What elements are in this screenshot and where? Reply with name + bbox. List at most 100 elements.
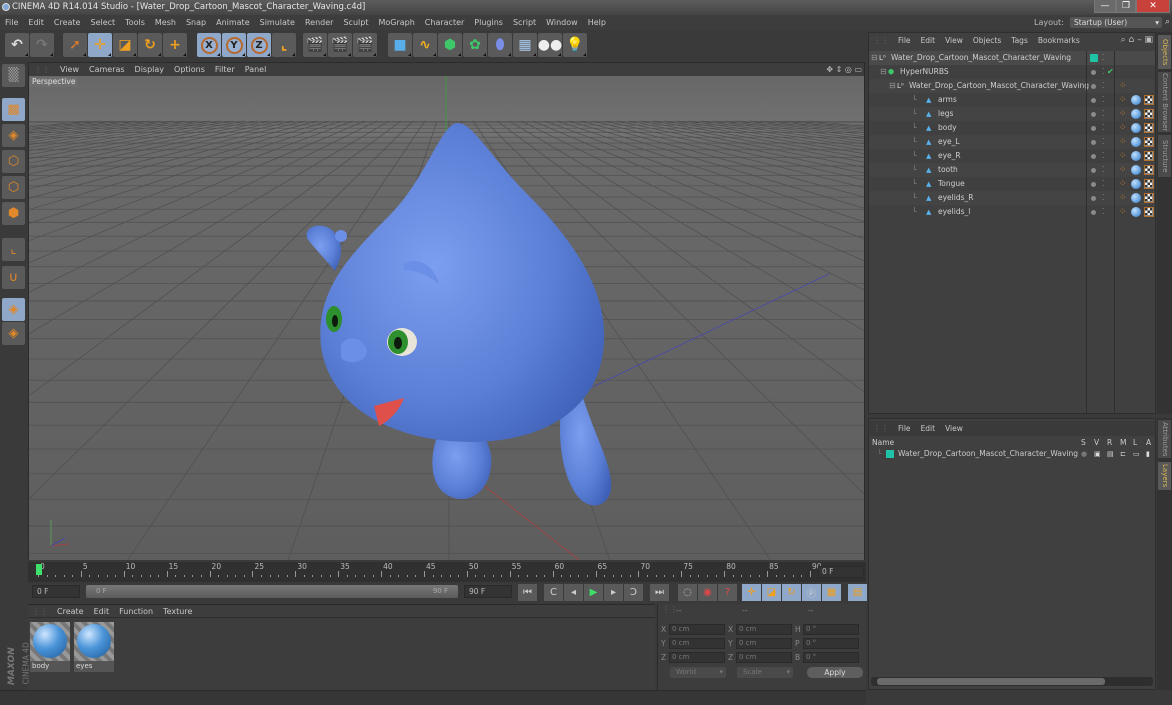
object-row[interactable]: ⊟ L⁰ Water_Drop_Cartoon_Mascot_Character_W… <box>869 51 1155 65</box>
timeline-button[interactable]: ▤ <box>848 584 867 601</box>
coord-rot-field[interactable]: 0 ° <box>803 638 859 649</box>
object-row[interactable]: └ ▲ arms ⁚ ⁘ <box>869 93 1155 107</box>
visibility-dot[interactable] <box>1091 84 1096 89</box>
material-swatch[interactable]: eyes <box>74 622 114 672</box>
side-tab-attributes[interactable]: Attributes <box>1158 420 1171 458</box>
playhead[interactable] <box>36 564 42 575</box>
menu-animate[interactable]: Animate <box>211 15 255 30</box>
object-row[interactable]: └ ▲ legs ⁚ ⁘ <box>869 107 1155 121</box>
layout-select[interactable]: Startup (User) ▾ <box>1070 17 1162 28</box>
panel-grip-icon[interactable]: ⋮⋮ <box>869 421 893 436</box>
visibility-dot[interactable] <box>1091 140 1096 145</box>
undo-button[interactable]: ↶ <box>5 33 29 57</box>
uvw-tag-icon[interactable] <box>1144 95 1154 105</box>
phong-tag-icon[interactable]: ⁘ <box>1119 135 1127 149</box>
coord-size-field[interactable]: 0 cm <box>736 652 792 663</box>
material-tag-icon[interactable] <box>1131 109 1141 119</box>
new-window-icon[interactable]: ▣ <box>1144 35 1153 45</box>
material-tag-icon[interactable] <box>1131 207 1141 217</box>
z-axis-button[interactable]: Z <box>247 33 271 57</box>
coordinate-system-button[interactable]: ⌞ <box>272 33 296 57</box>
coord-size-field[interactable]: 0 cm <box>736 638 792 649</box>
minimize-button[interactable]: — <box>1094 0 1116 13</box>
render-visibility-dots[interactable]: ⁚ <box>1102 177 1104 191</box>
autokey-button[interactable]: ◉ <box>698 584 717 601</box>
play-button[interactable]: ▶ <box>584 584 603 601</box>
side-tab-content-browser[interactable]: Content Browser <box>1158 72 1171 132</box>
visibility-dot[interactable] <box>1091 70 1096 75</box>
viewport-menu-view[interactable]: View <box>55 63 84 76</box>
prev-key-button[interactable]: C <box>544 584 563 601</box>
layer-menu-file[interactable]: File <box>893 421 916 436</box>
menu-select[interactable]: Select <box>85 15 120 30</box>
render-visibility-dots[interactable]: ⁚ <box>1102 79 1104 93</box>
deformer-button[interactable]: ⬮ <box>488 33 512 57</box>
polygons-mode-button[interactable]: ⬢ <box>2 202 25 225</box>
render-visibility-dots[interactable]: ⁚ <box>1102 51 1104 65</box>
viewport-canvas[interactable]: Perspective <box>29 76 864 560</box>
x-axis-button[interactable]: X <box>197 33 221 57</box>
material-swatch[interactable]: body <box>30 622 70 672</box>
coord-pos-field[interactable]: 0 cm <box>669 638 725 649</box>
material-tag-icon[interactable] <box>1131 137 1141 147</box>
layer-color-swatch[interactable] <box>1090 54 1098 62</box>
uvw-tag-icon[interactable] <box>1144 193 1154 203</box>
material-tag-icon[interactable] <box>1131 193 1141 203</box>
key-position-button[interactable]: ✛ <box>742 584 761 601</box>
coord-rot-field[interactable]: 0 ° <box>803 652 859 663</box>
object-row[interactable]: ⊟ L⁰ Water_Drop_Cartoon_Mascot_Character_W… <box>869 79 1155 93</box>
phong-tag-icon[interactable]: ⁘ <box>1119 79 1127 93</box>
menu-snap[interactable]: Snap <box>181 15 211 30</box>
material-menu-edit[interactable]: Edit <box>89 605 115 618</box>
next-frame-button[interactable]: ▸ <box>604 584 623 601</box>
light-button[interactable]: 💡 <box>563 33 587 57</box>
solo-toggle[interactable]: ● <box>1081 448 1087 460</box>
coord-size-field[interactable]: 0 cm <box>736 624 792 635</box>
visibility-dot[interactable] <box>1091 168 1096 173</box>
material-tag-icon[interactable] <box>1131 123 1141 133</box>
visibility-dot[interactable] <box>1091 126 1096 131</box>
key-rotation-button[interactable]: ↻ <box>782 584 801 601</box>
lock-toggle-icon[interactable]: ▭ <box>1133 448 1140 460</box>
live-select-button[interactable]: ➚ <box>63 33 87 57</box>
menu-mesh[interactable]: Mesh <box>150 15 181 30</box>
object-row[interactable]: └ ▲ body ⁚ ⁘ <box>869 121 1155 135</box>
expand-icon[interactable]: ⊟ <box>871 51 878 65</box>
object-menu-view[interactable]: View <box>940 33 968 48</box>
object-row[interactable]: └ ▲ eye_R ⁚ ⁘ <box>869 149 1155 163</box>
rotate-view-icon[interactable]: ◎ <box>845 65 852 74</box>
phong-tag-icon[interactable]: ⁘ <box>1119 121 1127 135</box>
texture-mode-button[interactable]: ▩ <box>2 98 25 121</box>
object-menu-bookmarks[interactable]: Bookmarks <box>1033 33 1085 48</box>
layer-menu-edit[interactable]: Edit <box>916 421 941 436</box>
rotate-button[interactable]: ↻ <box>138 33 162 57</box>
panel-grip-icon[interactable]: ⋮⋮ <box>869 33 893 48</box>
cube-button[interactable]: ■ <box>388 33 412 57</box>
viewport-menu-display[interactable]: Display <box>130 63 170 76</box>
object-menu-tags[interactable]: Tags <box>1006 33 1033 48</box>
menu-edit[interactable]: Edit <box>23 15 49 30</box>
panel-grip-icon[interactable]: ⋮⋮ <box>29 63 55 76</box>
key-parameter-button[interactable]: Ⓟ <box>802 584 821 601</box>
uvw-tag-icon[interactable] <box>1144 165 1154 175</box>
nurbs-button[interactable]: ⬢ <box>438 33 462 57</box>
render-visibility-dots[interactable]: ⁚ <box>1102 93 1104 107</box>
render-settings-button[interactable]: 🎬 <box>353 33 377 57</box>
material-tag-icon[interactable] <box>1131 179 1141 189</box>
coord-rot-field[interactable]: 0 ° <box>803 624 859 635</box>
phong-tag-icon[interactable]: ⁘ <box>1119 191 1127 205</box>
enabled-check-icon[interactable]: ✔ <box>1107 65 1114 79</box>
menu-simulate[interactable]: Simulate <box>255 15 300 30</box>
key-pla-button[interactable]: ▦ <box>822 584 841 601</box>
render-visibility-dots[interactable]: ⁚ <box>1102 149 1104 163</box>
expand-icon[interactable]: ⊟ <box>880 65 887 79</box>
menu-plugins[interactable]: Plugins <box>469 15 508 30</box>
visibility-dot[interactable] <box>1091 196 1096 201</box>
side-tab-objects[interactable]: Objects <box>1158 35 1171 69</box>
material-menu-function[interactable]: Function <box>114 605 158 618</box>
render-visibility-dots[interactable]: ⁚ <box>1102 121 1104 135</box>
phong-tag-icon[interactable]: ⁘ <box>1119 163 1127 177</box>
menu-tools[interactable]: Tools <box>120 15 150 30</box>
name-column-header[interactable]: Name <box>872 437 894 448</box>
points-mode-button[interactable]: ⬡ <box>2 150 25 173</box>
